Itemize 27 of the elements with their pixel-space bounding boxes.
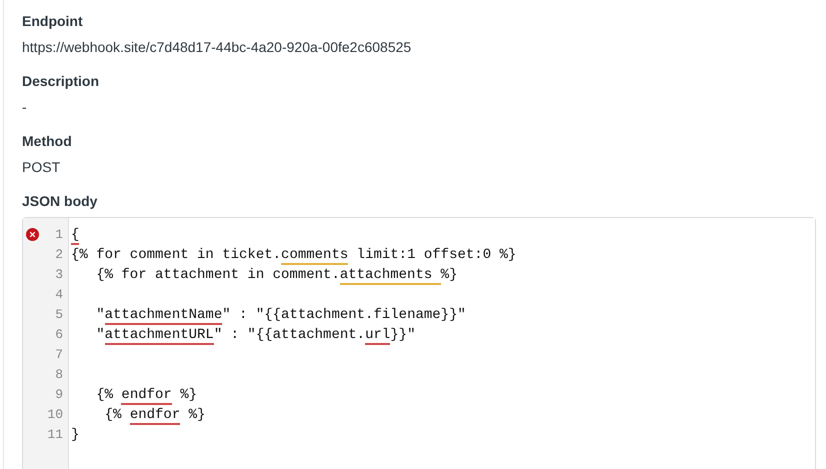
line-number: 2	[54, 246, 64, 262]
field-value: https://webhook.site/c7d48d17-44bc-4a20-920a-00fe2c608525	[22, 38, 412, 57]
code-line: "attachmentURL" : "{{attachment.url}}"	[95, 327, 416, 345]
line-number: 6	[54, 326, 64, 342]
code-line: }	[71, 427, 80, 443]
code-editor[interactable]	[22, 217, 816, 469]
line-number: 9	[54, 386, 64, 402]
line-number: 5	[54, 306, 64, 322]
field-value: -	[22, 98, 28, 117]
line-number: 4	[54, 286, 64, 302]
line-number: 10	[46, 406, 64, 422]
line-number: 8	[54, 366, 64, 382]
field-label: JSON body	[22, 192, 98, 211]
code-line: "attachmentName" : "{{attachment.filename}}"	[95, 307, 466, 325]
field-value: POST	[22, 158, 62, 177]
line-number: 7	[54, 346, 64, 362]
line-number: 1	[54, 226, 64, 242]
line-number: 11	[46, 426, 64, 442]
line-number: 3	[54, 266, 64, 282]
field-label: Endpoint	[22, 12, 84, 31]
field-label: Description	[22, 72, 100, 91]
code-line: {	[71, 227, 80, 245]
code-line: {% endfor %}	[95, 387, 198, 405]
code-line: {% for attachment in comment.attachments %}	[95, 267, 458, 285]
code-line: {% for comment in ticket.comments limit:1 offset:0 %}	[71, 247, 516, 265]
field-label: Method	[22, 132, 73, 151]
code-line: {% endfor %}	[104, 407, 206, 425]
